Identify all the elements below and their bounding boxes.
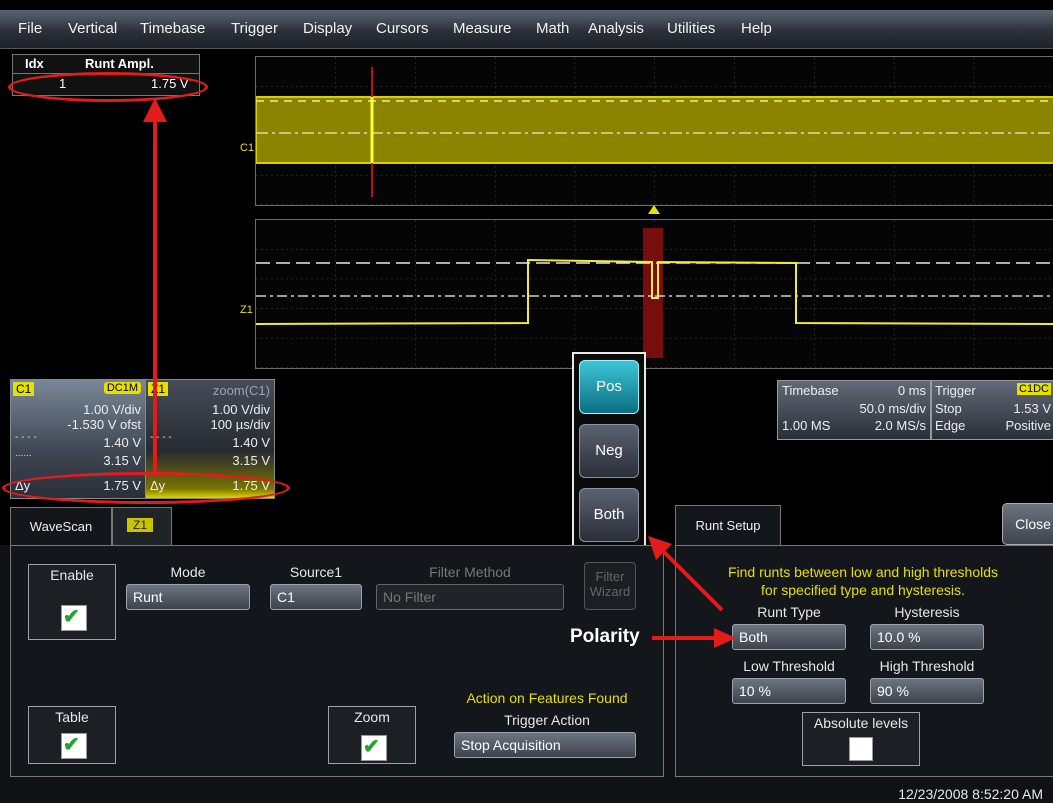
c1-level1: 1.40 V [103,435,141,450]
hysteresis-label: Hysteresis [894,604,960,620]
menu-measure[interactable]: Measure [453,20,511,37]
both-button[interactable]: Both [579,488,639,542]
trigger-slope: Positive [1005,418,1051,433]
check-icon: ✔ [63,606,80,628]
menu-bar: File Vertical Timebase Trigger Display C… [0,10,1053,49]
enable-checkbox[interactable]: ✔ [61,605,87,631]
tab-z1[interactable]: Z1 [112,507,172,546]
menu-vertical[interactable]: Vertical [68,20,117,37]
zoom-waveform-grid [255,219,1053,369]
timebase-delay: 0 ms [897,383,926,398]
c1-trace-fill [256,97,1053,163]
high-threshold-label: High Threshold [879,658,975,674]
table-label: Table [55,709,89,725]
highlight-ellipse-table [8,72,208,102]
zoom-label: Zoom [354,709,390,725]
timebase-tdiv: 50.0 ms/div [859,401,926,416]
c1-cursor2-icon: ...... [15,448,32,459]
annotation-arrow-up [143,98,167,474]
z1-vdiv: 1.00 V/div [212,402,270,417]
runt-type-label: Runt Type [757,604,821,620]
mode-label: Mode [170,564,206,580]
tab-wavescan[interactable]: WaveScan [10,507,112,546]
action-title: Action on Features Found [466,690,628,706]
menu-analysis[interactable]: Analysis [588,20,644,37]
z1-level2: 3.15 V [232,453,270,468]
zoom-grid-svg [255,220,1053,368]
trigger-action-label: Trigger Action [504,712,590,728]
upper-grid-svg [255,57,1053,205]
polarity-annotation: Polarity [570,626,640,647]
zoom-checkbox[interactable]: ✔ [361,735,387,761]
trigger-descriptor[interactable]: Trigger C1DC Stop 1.53 V Edge Positive [931,380,1053,440]
absolute-levels-label: Absolute levels [813,715,909,731]
timebase-rate: 2.0 MS/s [874,418,926,433]
source-field[interactable]: C1 [270,584,362,610]
runt-type-field[interactable]: Both [732,624,846,650]
trigger-level: 1.53 V [1013,401,1051,416]
upper-waveform-grid [255,56,1053,206]
timebase-descriptor[interactable]: Timebase 0 ms 50.0 ms/div 1.00 MS 2.0 MS… [777,380,931,440]
low-threshold-field[interactable]: 10 % [732,678,846,704]
c1-badge: C1 [13,382,35,396]
c1-vdiv: 1.00 V/div [83,402,141,417]
c1-level2: 3.15 V [103,453,141,468]
menu-help[interactable]: Help [741,20,772,37]
hysteresis-field[interactable]: 10.0 % [870,624,984,650]
enable-control[interactable]: Enable ✔ [28,564,116,640]
tab-z1-badge: Z1 [127,518,154,532]
highlight-ellipse-dy [2,472,290,504]
table-header-idx: Idx [25,56,44,71]
z1-title: zoom(C1) [212,383,270,398]
filter-method-field[interactable]: No Filter [376,584,564,610]
table-control[interactable]: Table ✔ [28,706,116,764]
timebase-samples: 1.00 MS [782,418,831,433]
timebase-title: Timebase [782,383,839,398]
check-icon: ✔ [363,736,380,758]
trigger-type: Edge [935,418,966,433]
source-label: Source1 [289,564,343,580]
absolute-levels-control[interactable]: Absolute levels [802,712,920,766]
trigger-mode: Stop [935,401,962,416]
menu-timebase[interactable]: Timebase [140,20,205,37]
menu-trigger[interactable]: Trigger [231,20,278,37]
trace-label-c1: C1 [240,142,255,154]
mode-field[interactable]: Runt [126,584,250,610]
filter-method-label: Filter Method [429,564,511,580]
check-icon: ✔ [63,734,80,756]
neg-button[interactable]: Neg [579,424,639,478]
close-button[interactable]: Close [1002,503,1053,545]
timestamp: 12/23/2008 8:52:20 AM [898,786,1043,802]
c1-cursor1-icon: - - - - [15,432,37,443]
high-threshold-field[interactable]: 90 % [870,678,984,704]
absolute-levels-checkbox[interactable] [849,737,873,761]
pos-button[interactable]: Pos [579,360,639,414]
annotation-arrows [648,536,736,648]
menu-file[interactable]: File [18,20,42,37]
enable-label: Enable [50,567,94,583]
zoom-control[interactable]: Zoom ✔ [328,706,416,764]
menu-cursors[interactable]: Cursors [376,20,429,37]
trace-label-z1: Z1 [240,304,253,316]
menu-utilities[interactable]: Utilities [667,20,715,37]
filter-wizard-line2: Wizard [589,584,631,599]
menu-math[interactable]: Math [536,20,569,37]
c1-coupling: DC1M [103,382,141,394]
table-header-runt-ampl: Runt Ampl. [85,56,154,71]
menu-display[interactable]: Display [303,20,352,37]
filter-wizard-button[interactable]: Filter Wizard [584,562,636,610]
trigger-title: Trigger [935,383,976,398]
polarity-button-group: Pos Neg Both [572,352,646,550]
table-checkbox[interactable]: ✔ [61,733,87,759]
z1-tdiv: 100 µs/div [210,417,270,432]
trigger-marker-icon [648,205,660,214]
filter-wizard-line1: Filter [595,569,625,584]
c1-offset: -1.530 V ofst [67,417,141,432]
low-threshold-label: Low Threshold [743,658,835,674]
trigger-channel: C1DC [1017,383,1051,395]
trigger-action-field[interactable]: Stop Acquisition [454,732,636,758]
z1-level1: 1.40 V [232,435,270,450]
